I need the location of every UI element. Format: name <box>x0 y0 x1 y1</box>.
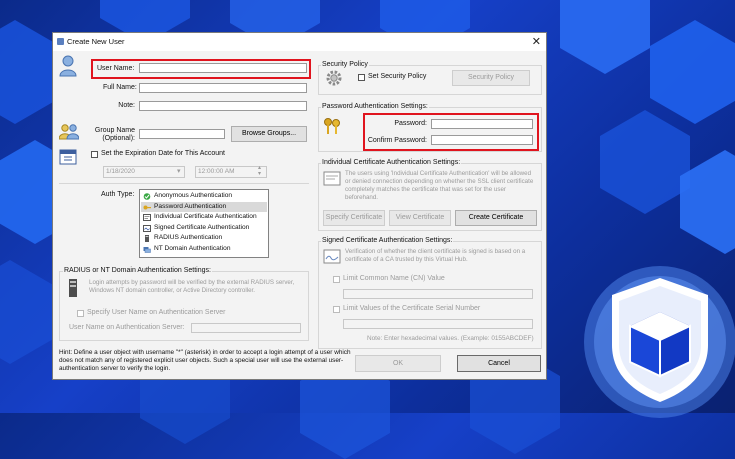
expiration-time-picker[interactable]: 12:00:00 AM <box>195 166 267 178</box>
auth-type-list[interactable]: Anonymous Authentication Password Authen… <box>139 189 269 258</box>
confirm-password-input[interactable] <box>431 135 533 145</box>
expiration-date-picker[interactable]: 1/18/2020 <box>103 166 185 178</box>
limit-cn-label: Limit Common Name (CN) Value <box>343 275 445 282</box>
individual-cert-description: The users using 'Individual Certificate … <box>345 170 534 201</box>
password-settings-title: Password Authentication Settings: <box>321 103 429 110</box>
domain-icon <box>143 246 151 253</box>
security-policy-button[interactable]: Security Policy <box>452 70 530 86</box>
calendar-icon <box>59 149 77 165</box>
close-icon[interactable]: ✕ <box>532 35 541 48</box>
separator <box>59 183 309 184</box>
radius-settings-title: RADIUS or NT Domain Authentication Setti… <box>63 267 212 274</box>
full-name-label: Full Name: <box>103 84 137 91</box>
specify-certificate-button[interactable]: Specify Certificate <box>323 210 385 226</box>
group-name-input[interactable] <box>139 129 225 139</box>
server-icon <box>145 235 149 242</box>
specify-server-user-checkbox[interactable] <box>77 310 84 317</box>
list-item-nt-domain[interactable]: NT Domain Authentication <box>141 244 267 255</box>
title-bar: Create New User ✕ <box>53 33 546 51</box>
list-item-password[interactable]: Password Authentication <box>141 201 267 212</box>
shield-logo <box>568 250 735 420</box>
note-label: Note: <box>118 102 135 109</box>
list-item-anonymous[interactable]: Anonymous Authentication <box>141 191 267 202</box>
server-user-label: User Name on Authentication Server: <box>69 324 185 331</box>
auth-type-label: Auth Type: <box>101 191 135 198</box>
full-name-input[interactable] <box>139 83 307 93</box>
background-hexagon <box>600 110 690 214</box>
signed-cert-title: Signed Certificate Authentication Settin… <box>321 237 454 244</box>
confirm-password-label: Confirm Password: <box>367 137 427 144</box>
group-icon <box>59 124 79 140</box>
limit-cn-input[interactable] <box>343 289 533 299</box>
security-policy-checkbox-label: Set Security Policy <box>368 73 427 80</box>
user-name-label: User Name: <box>97 65 135 72</box>
list-item-signed-cert[interactable]: Signed Certificate Authentication <box>141 223 267 234</box>
group-name-label-line2: (Optional): <box>102 135 135 142</box>
expiration-checkbox[interactable] <box>91 151 98 158</box>
signed-certificate-icon <box>323 249 341 264</box>
certificate-icon <box>323 171 341 186</box>
signed-cert-description: Verification of whether the client certi… <box>345 248 526 263</box>
ok-button[interactable]: OK <box>355 355 441 372</box>
keys-icon <box>324 118 340 134</box>
password-label: Password: <box>394 120 427 127</box>
user-icon <box>59 55 77 77</box>
limit-cn-checkbox[interactable] <box>333 276 340 283</box>
background-hexagon <box>0 20 60 124</box>
background-hexagon <box>650 20 735 124</box>
dialog-title: Create New User <box>67 37 125 46</box>
gear-icon <box>326 70 342 86</box>
security-policy-checkbox[interactable] <box>358 74 365 81</box>
limit-serial-input[interactable] <box>343 319 533 329</box>
group-name-label-line1: Group Name <box>94 127 135 134</box>
individual-cert-title: Individual Certificate Authentication Se… <box>321 159 462 166</box>
time-spinner-icon[interactable]: ▴ ▾ <box>258 165 261 177</box>
view-certificate-button[interactable]: View Certificate <box>389 210 451 226</box>
create-new-user-dialog: Create New User ✕ User Name: Full Name: … <box>52 32 547 380</box>
background-hexagon <box>0 260 55 364</box>
password-input[interactable] <box>431 119 533 129</box>
server-icon <box>69 279 77 297</box>
cancel-button[interactable]: Cancel <box>457 355 541 372</box>
limit-serial-checkbox[interactable] <box>333 306 340 313</box>
check-shield-icon <box>143 193 151 200</box>
calendar-dropdown-icon: ▾ <box>177 168 181 175</box>
key-icon <box>143 205 151 209</box>
list-item-individual-cert[interactable]: Individual Certificate Authentication <box>141 212 267 223</box>
user-name-input[interactable] <box>139 63 307 73</box>
limit-serial-label: Limit Values of the Certificate Serial N… <box>343 305 481 312</box>
hex-note: Note: Enter hexadecimal values. (Example… <box>367 335 534 342</box>
certificate-icon <box>143 214 151 221</box>
background-hexagon <box>560 0 650 74</box>
server-user-input[interactable] <box>191 323 301 333</box>
browse-groups-button[interactable]: Browse Groups... <box>231 126 307 142</box>
expiration-label: Set the Expiration Date for This Account <box>101 150 225 157</box>
note-input[interactable] <box>139 101 307 111</box>
create-certificate-button[interactable]: Create Certificate <box>455 210 537 226</box>
app-icon <box>57 38 64 45</box>
list-item-radius[interactable]: RADIUS Authentication <box>141 233 267 244</box>
signed-certificate-icon <box>143 224 151 232</box>
specify-server-user-label: Specify User Name on Authentication Serv… <box>87 309 226 316</box>
security-policy-title: Security Policy <box>321 61 369 68</box>
radius-description: Login attempts by password will be verif… <box>89 279 295 294</box>
hint-text: Hint: Define a user object with username… <box>59 349 351 373</box>
